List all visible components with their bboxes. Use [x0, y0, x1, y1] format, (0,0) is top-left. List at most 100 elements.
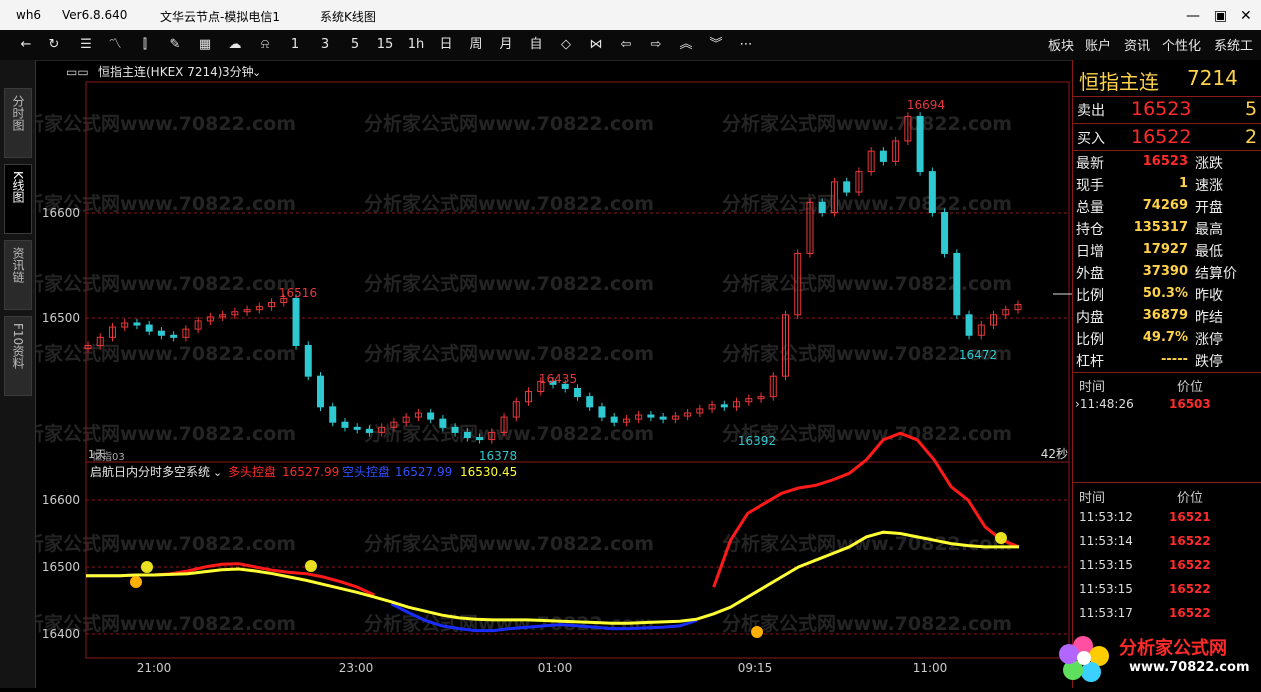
- close-icon[interactable]: ✕: [1240, 8, 1252, 24]
- refresh-icon[interactable]: ↻: [44, 35, 64, 55]
- period-day[interactable]: 日: [436, 35, 456, 55]
- annotation-low: 16378: [479, 449, 517, 463]
- tick-time: 11:53:17: [1079, 606, 1133, 620]
- cloud-icon[interactable]: ☁: [225, 35, 245, 55]
- candle-body: [941, 212, 949, 254]
- bar-countdown: 42秒: [1041, 447, 1068, 461]
- long-value: 16527.99: [282, 465, 339, 479]
- menu-sector[interactable]: 板块: [1048, 35, 1074, 54]
- stat-value: 36879: [1142, 308, 1188, 323]
- menu-system[interactable]: 系统工: [1214, 35, 1253, 54]
- period-selector[interactable]: 3分钟: [222, 64, 254, 79]
- chevron-down-icon[interactable]: ⌄: [252, 66, 261, 79]
- watermark-text: 分析家公式网www.70822.com: [364, 192, 654, 215]
- candle-body: [586, 396, 594, 408]
- quote-name: 恒指主连: [1079, 70, 1159, 94]
- logo-flower-icon: [1053, 626, 1123, 688]
- stat-value: 16523: [1142, 154, 1188, 169]
- zoom-in-icon[interactable]: ◇: [556, 35, 576, 55]
- watermark-text: 分析家公式网www.70822.com: [36, 342, 296, 365]
- stat-label: 内盘: [1076, 310, 1104, 326]
- annotation-16435: 16435: [539, 372, 577, 386]
- x-label-2300: 23:00: [339, 661, 374, 675]
- period-1m[interactable]: 1: [287, 35, 303, 55]
- candle-body: [329, 406, 337, 423]
- tick-time: 11:53:12: [1079, 510, 1133, 524]
- candle-body: [818, 201, 826, 214]
- candle-body: [451, 426, 459, 433]
- y-label-16600: 16600: [42, 206, 80, 220]
- tab-timeshare[interactable]: 分时图: [4, 88, 32, 158]
- smiley-icon: [995, 532, 1007, 544]
- stat-right-label: 结算价: [1195, 266, 1237, 282]
- ask-volume: 5: [1245, 98, 1258, 120]
- long-line: [712, 431, 1020, 588]
- scroll-left-icon[interactable]: ⇦: [616, 35, 636, 55]
- candle-body: [573, 387, 581, 398]
- y-label-16500: 16500: [42, 311, 80, 325]
- watermark-text: 分析家公式网www.70822.com: [36, 112, 296, 135]
- tab-kline[interactable]: K线图: [4, 164, 32, 234]
- candle-body: [928, 171, 936, 214]
- candle-body: [879, 150, 887, 162]
- maximize-icon[interactable]: ▣: [1214, 8, 1227, 24]
- formula-icon[interactable]: ▦: [195, 35, 215, 55]
- line-chart-icon[interactable]: 〽: [105, 35, 125, 55]
- ticks1-time: ›11:48:26: [1075, 397, 1134, 411]
- stat-value: 74269: [1142, 198, 1188, 213]
- period-15m[interactable]: 15: [375, 35, 395, 55]
- ind-y-16600: 16600: [42, 493, 80, 507]
- menu-personalize[interactable]: 个性化: [1162, 35, 1201, 54]
- smiley-icon: [141, 561, 153, 573]
- bid-volume: 2: [1245, 126, 1258, 148]
- stat-value: 50.3%: [1142, 286, 1188, 301]
- list-icon[interactable]: ☰: [76, 35, 96, 55]
- tab-news-chain[interactable]: 资讯链: [4, 240, 32, 310]
- alert-bell-icon[interactable]: ⍾: [255, 35, 275, 55]
- period-week[interactable]: 周: [466, 35, 486, 55]
- tick-price: 16521: [1169, 510, 1211, 524]
- zoom-out-icon[interactable]: ⋈: [586, 35, 606, 55]
- up-icon[interactable]: ︽: [676, 35, 696, 55]
- stat-value: 49.7%: [1142, 330, 1188, 345]
- watermark-text: 分析家公式网www.70822.com: [36, 422, 296, 445]
- indicator-name[interactable]: 启航日内分时多空系统: [90, 464, 210, 479]
- menu-account[interactable]: 账户: [1085, 35, 1111, 54]
- draw-icon[interactable]: ✎: [165, 35, 185, 55]
- stat-right-label: 涨停: [1195, 332, 1223, 348]
- menu-news[interactable]: 资讯: [1124, 35, 1150, 54]
- down-icon[interactable]: ︾: [706, 35, 726, 55]
- indicator-chevron-icon[interactable]: ⌄: [213, 466, 222, 479]
- ind-y-16400: 16400: [42, 627, 80, 641]
- candle-icon[interactable]: ⫿: [135, 35, 155, 55]
- scroll-right-icon[interactable]: ⇨: [646, 35, 666, 55]
- stat-label: 比例: [1076, 288, 1104, 304]
- period-1h[interactable]: 1h: [406, 35, 426, 55]
- tab-timeshare-label: 分时图: [11, 95, 25, 131]
- candle-body: [439, 418, 447, 428]
- tick-price: 16522: [1169, 558, 1211, 572]
- period-3m[interactable]: 3: [317, 35, 333, 55]
- watermark-text: 分析家公式网www.70822.com: [364, 532, 654, 555]
- back-icon[interactable]: ←: [16, 35, 36, 55]
- ask-label: 卖出: [1077, 103, 1105, 119]
- candle-body: [353, 426, 361, 430]
- app-name: wh6: [16, 8, 42, 22]
- period-custom[interactable]: 自: [526, 35, 546, 55]
- candle-body: [170, 334, 178, 338]
- watermark-text: 分析家公式网www.70822.com: [36, 532, 296, 555]
- tab-f10[interactable]: F10资料: [4, 316, 32, 396]
- short-label: 空头控盘: [342, 464, 390, 479]
- ind-y-16500: 16500: [42, 560, 80, 574]
- candle-body: [463, 431, 471, 439]
- watermark-text: 分析家公式网www.70822.com: [722, 192, 1012, 215]
- candle-body: [647, 414, 655, 418]
- period-5m[interactable]: 5: [347, 35, 363, 55]
- kline-chart[interactable]: 分析家公式网www.70822.com 分析家公式网www.70822.com 分析…: [36, 60, 1072, 688]
- period-month[interactable]: 月: [496, 35, 516, 55]
- stat-label: 持仓: [1076, 222, 1104, 238]
- stat-right-label: 跌停: [1195, 354, 1223, 370]
- logo-text: 分析家公式网: [1119, 638, 1227, 659]
- more-icon[interactable]: ⋯: [736, 35, 756, 55]
- minimize-icon[interactable]: —: [1186, 8, 1200, 24]
